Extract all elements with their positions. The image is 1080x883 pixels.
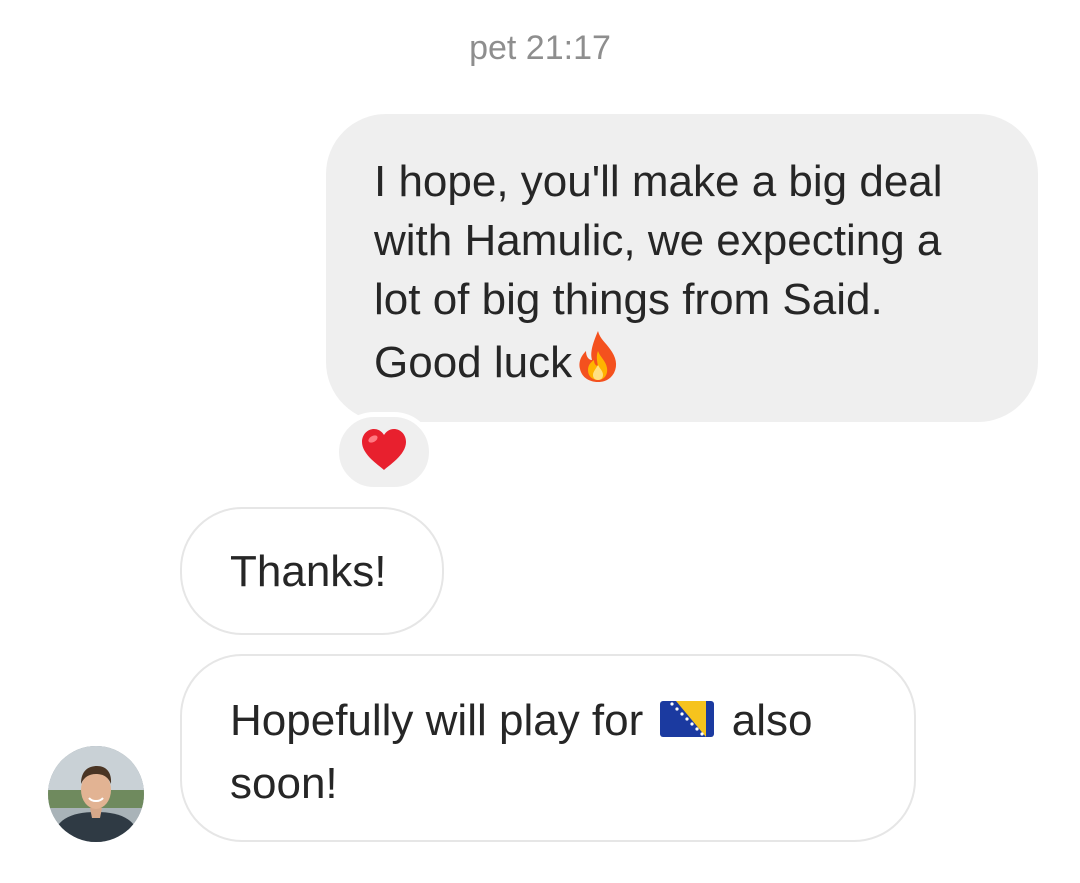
bosnia-flag-icon bbox=[659, 695, 714, 754]
heart-icon bbox=[360, 428, 408, 477]
incoming-message-text: Thanks! bbox=[230, 547, 387, 596]
fire-icon bbox=[576, 329, 620, 398]
message-timestamp: pet 21:17 bbox=[469, 29, 611, 67]
sender-avatar[interactable] bbox=[48, 746, 144, 842]
heart-reaction[interactable] bbox=[334, 412, 434, 492]
incoming-message-bubble[interactable]: Thanks! bbox=[180, 507, 444, 635]
chat-thread: pet 21:17 I hope, you'll make a big deal… bbox=[0, 0, 1080, 883]
incoming-message-bubble[interactable]: Hopefully will play for also soon! bbox=[180, 654, 916, 842]
incoming-message-text: Hopefully will play for bbox=[230, 696, 644, 745]
outgoing-message-bubble[interactable]: I hope, you'll make a big deal with Hamu… bbox=[326, 114, 1038, 422]
avatar-photo bbox=[48, 746, 144, 842]
outgoing-message-text: I hope, you'll make a big deal with Hamu… bbox=[374, 157, 943, 387]
